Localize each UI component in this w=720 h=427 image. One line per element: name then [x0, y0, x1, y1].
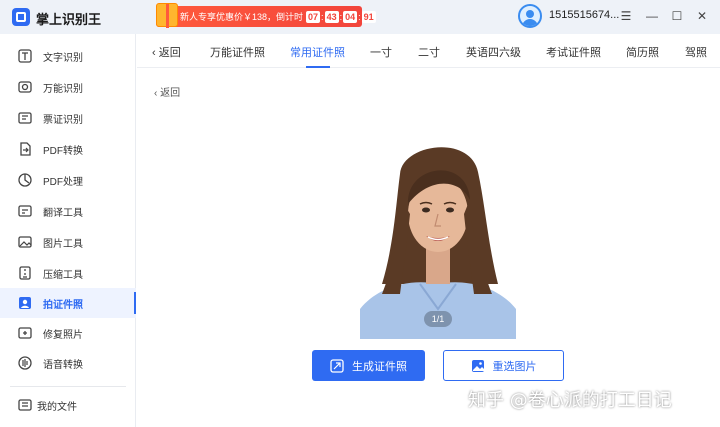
- sidebar-item-label: 翻译工具: [43, 207, 83, 219]
- countdown-minutes: 43: [324, 10, 339, 23]
- reselect-image-button[interactable]: 重选图片: [443, 350, 564, 381]
- tab-driver-license[interactable]: 驾照: [685, 44, 707, 60]
- tab-resume-photo[interactable]: 简历照: [626, 44, 659, 60]
- sidebar-item-label: 万能识别: [43, 83, 83, 95]
- voice-convert-icon: [17, 355, 33, 371]
- tab-exam-photo[interactable]: 考试证件照: [546, 44, 601, 60]
- tab-back[interactable]: ‹ 返回: [152, 44, 181, 60]
- tab-universal-id-photo[interactable]: 万能证件照: [210, 44, 265, 60]
- countdown: 07 : 43 : 04 : 91: [306, 10, 376, 23]
- sidebar-item-label: PDF处理: [43, 176, 83, 188]
- username[interactable]: 1515515674...: [549, 9, 619, 21]
- user-avatar-icon[interactable]: [518, 4, 542, 28]
- generate-id-photo-button[interactable]: 生成证件照: [312, 350, 425, 381]
- sidebar-item-voice-convert[interactable]: 语音转换: [0, 348, 136, 378]
- sidebar-item-label: 文字识别: [43, 52, 83, 64]
- title-bar: 掌上识别王 新人专享优惠价￥138，倒计时 07 : 43 : 04 : 91 …: [0, 0, 720, 34]
- sidebar-item-my-files[interactable]: 我的文件: [0, 390, 136, 420]
- portrait-image: [360, 134, 516, 339]
- active-tab-indicator: [306, 66, 330, 68]
- maximize-icon[interactable]: ☐: [667, 6, 687, 26]
- tab-common-id-photo[interactable]: 常用证件照: [290, 44, 345, 60]
- sidebar-divider: [10, 386, 126, 387]
- sidebar-item-label: 压缩工具: [43, 269, 83, 281]
- image-tool-icon: [17, 234, 33, 250]
- universal-recognition-icon: [17, 79, 33, 95]
- sidebar-item-compress[interactable]: 压缩工具: [0, 258, 136, 288]
- page-indicator: 1/1: [424, 311, 452, 327]
- promo-text: 新人专享优惠价￥138，倒计时: [180, 12, 304, 22]
- back-link[interactable]: ‹ 返回: [154, 84, 180, 99]
- close-icon[interactable]: ✕: [692, 6, 712, 26]
- sidebar-item-label: 语音转换: [43, 359, 83, 371]
- watermark: 知乎 @卷心派的打工日记: [468, 390, 672, 411]
- sidebar: 文字识别 万能识别 票证识别 PDF转换 PDF处理 翻译工具 图片工具 压缩工…: [0, 34, 136, 427]
- sidebar-item-pdf-process[interactable]: PDF处理: [0, 165, 136, 195]
- tab-cet-photo[interactable]: 英语四六级: [466, 44, 521, 60]
- my-files-icon: [17, 397, 33, 413]
- sidebar-item-photo-repair[interactable]: 修复照片: [0, 318, 136, 348]
- app-logo-icon: [12, 8, 30, 26]
- sidebar-item-text-recognition[interactable]: 文字识别: [0, 41, 136, 71]
- countdown-seconds: 04: [343, 10, 358, 23]
- sidebar-item-label: 修复照片: [43, 329, 83, 341]
- countdown-hours: 07: [306, 10, 321, 23]
- sidebar-item-ticket-recognition[interactable]: 票证识别: [0, 103, 136, 133]
- gift-icon: [156, 3, 178, 28]
- countdown-separator: :: [321, 11, 324, 22]
- tab-bar: ‹ 返回 万能证件照 常用证件照 一寸 二寸 英语四六级 考试证件照 简历照 驾…: [137, 34, 720, 68]
- id-photo-icon: [17, 295, 33, 311]
- id-photo-preview: [360, 134, 516, 339]
- compress-icon: [17, 265, 33, 281]
- tab-two-inch[interactable]: 二寸: [418, 44, 440, 60]
- generate-button-label: 生成证件照: [352, 360, 407, 373]
- image-icon: [471, 359, 485, 373]
- sidebar-item-translate[interactable]: 翻译工具: [0, 196, 136, 226]
- photo-repair-icon: [17, 325, 33, 341]
- countdown-separator: :: [339, 11, 343, 22]
- sidebar-item-image-tool[interactable]: 图片工具: [0, 227, 136, 257]
- back-link-label: 返回: [160, 88, 181, 99]
- countdown-separator: :: [358, 11, 361, 22]
- pdf-process-icon: [17, 172, 33, 188]
- menu-icon[interactable]: ☰: [616, 6, 636, 26]
- tab-one-inch[interactable]: 一寸: [370, 44, 392, 60]
- sidebar-item-id-photo[interactable]: 拍证件照: [0, 288, 136, 318]
- reselect-button-label: 重选图片: [492, 360, 537, 373]
- promo-banner[interactable]: 新人专享优惠价￥138，倒计时 07 : 43 : 04 : 91: [156, 3, 376, 28]
- sidebar-item-label: 我的文件: [37, 401, 77, 413]
- sidebar-item-label: 拍证件照: [43, 299, 83, 311]
- tab-back-label: 返回: [158, 47, 181, 59]
- app-title: 掌上识别王: [36, 12, 102, 27]
- sidebar-item-label: 图片工具: [43, 238, 83, 250]
- sidebar-item-label: 票证识别: [43, 114, 83, 126]
- sidebar-item-universal-recognition[interactable]: 万能识别: [0, 72, 136, 102]
- countdown-centiseconds: 91: [361, 10, 376, 23]
- ticket-recognition-icon: [17, 110, 33, 126]
- pdf-convert-icon: [17, 141, 33, 157]
- sidebar-item-pdf-convert[interactable]: PDF转换: [0, 134, 136, 164]
- text-recognition-icon: [17, 48, 33, 64]
- generate-icon: [330, 358, 344, 373]
- sidebar-item-label: PDF转换: [43, 145, 83, 157]
- minimize-icon[interactable]: —: [642, 6, 662, 26]
- translate-icon: [17, 203, 33, 219]
